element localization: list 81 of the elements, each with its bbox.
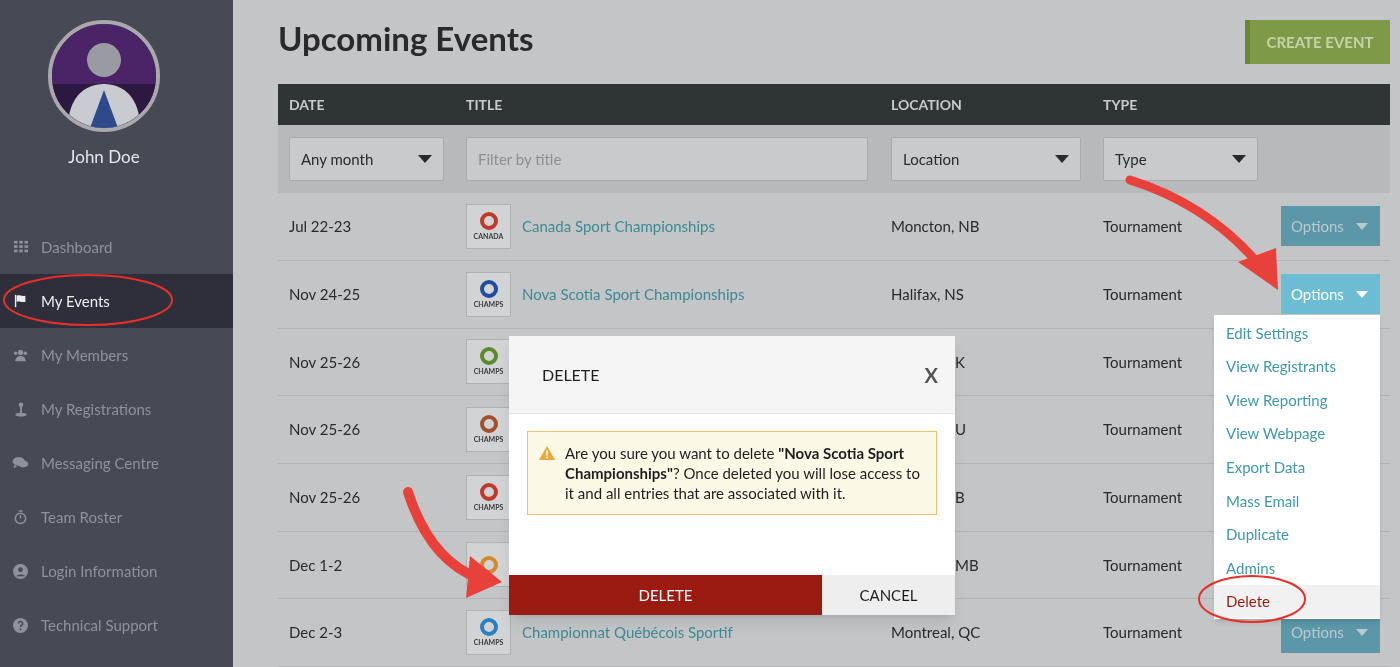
menu-item[interactable]: Edit Settings bbox=[1214, 316, 1380, 350]
type-cell-text: Tournament bbox=[1103, 487, 1183, 509]
title-filter-field[interactable]: Filter by title bbox=[466, 137, 868, 182]
date-cell-text: Jul 22-23 bbox=[289, 216, 352, 238]
date-cell-text: Dec 2-3 bbox=[289, 622, 343, 644]
dropdown-select[interactable]: Type bbox=[1103, 137, 1258, 182]
date-cell-text: Nov 25-26 bbox=[289, 419, 361, 441]
menu-item[interactable]: View Registrants bbox=[1214, 349, 1380, 384]
nav-label: Team Roster bbox=[41, 506, 123, 528]
menu-item[interactable]: Duplicate bbox=[1214, 517, 1380, 552]
nav-label: Dashboard bbox=[41, 236, 113, 258]
dialog-title: DELETE bbox=[542, 363, 600, 386]
menu-item[interactable]: Admins bbox=[1214, 551, 1380, 585]
warning-message: Are you sure you want to delete "Nova Scotia Sport Championships"? Once deleted you will lose access to it and all entries that are associated with it. bbox=[565, 443, 921, 503]
nav-item[interactable]: My Events bbox=[0, 274, 233, 328]
menu-item[interactable]: Mass Email bbox=[1214, 483, 1380, 518]
cancel-button[interactable]: CANCEL bbox=[822, 575, 955, 615]
location-cell-text: Montreal, QC bbox=[891, 622, 981, 644]
caret-icon bbox=[1356, 222, 1368, 230]
nav-label: Technical Support bbox=[41, 614, 158, 636]
date-cell-text: Nov 25-26 bbox=[289, 351, 361, 373]
caret-icon bbox=[418, 155, 432, 164]
menu-item[interactable]: View Reporting bbox=[1214, 383, 1380, 417]
location-cell-text: MB bbox=[955, 554, 979, 576]
nav-item[interactable]: My Members bbox=[0, 328, 233, 382]
nav-item[interactable]: Team Roster bbox=[0, 490, 233, 544]
event-title-link[interactable]: Nova Scotia Sport Championships bbox=[522, 282, 745, 306]
people-icon bbox=[12, 348, 29, 362]
close-button[interactable]: X bbox=[924, 359, 938, 390]
pin-icon bbox=[12, 401, 29, 417]
date-cell-text: Nov 25-26 bbox=[289, 487, 361, 509]
location-cell-text: Halifax, NS bbox=[891, 283, 964, 305]
help-icon bbox=[12, 617, 29, 633]
nav-label: My Events bbox=[41, 290, 110, 312]
column-header: TITLE bbox=[466, 95, 504, 116]
menu-item[interactable]: View Webpage bbox=[1214, 416, 1380, 451]
location-cell-text: B bbox=[955, 487, 965, 509]
event-title-link[interactable]: Canada Sport Championships bbox=[522, 215, 715, 238]
menu-item[interactable]: Export Data bbox=[1214, 450, 1380, 484]
caret-icon bbox=[1055, 155, 1069, 164]
chat-icon bbox=[12, 456, 29, 470]
user-icon bbox=[12, 563, 29, 579]
stopwatch-icon bbox=[12, 509, 29, 525]
dropdown-select[interactable]: Location bbox=[891, 137, 1081, 182]
event-title-link[interactable]: Championnat Québécois Sportif bbox=[522, 621, 733, 644]
column-header: DATE bbox=[289, 95, 326, 116]
caret-icon bbox=[1356, 629, 1368, 637]
nav-label: My Registrations bbox=[41, 398, 152, 420]
type-cell-text: Tournament bbox=[1103, 216, 1183, 238]
warning-icon bbox=[539, 446, 555, 460]
nav-item[interactable]: Dashboard bbox=[0, 220, 233, 274]
type-cell-text: Tournament bbox=[1103, 622, 1183, 644]
user-name: John Doe bbox=[68, 145, 140, 169]
nav-item[interactable]: Technical Support bbox=[0, 598, 233, 652]
location-cell-text: U bbox=[955, 419, 967, 441]
nav-item[interactable]: My Registrations bbox=[0, 382, 233, 436]
location-cell-text: Moncton, NB bbox=[891, 216, 980, 238]
options-button[interactable]: Options bbox=[1281, 206, 1380, 247]
nav-label: Login Information bbox=[41, 560, 158, 582]
column-header: LOCATION bbox=[891, 95, 963, 116]
column-header: TYPE bbox=[1103, 95, 1139, 116]
create-event-button[interactable]: CREATE EVENT bbox=[1245, 20, 1390, 64]
date-cell-text: Dec 1-2 bbox=[289, 554, 343, 576]
type-cell-text: Tournament bbox=[1103, 351, 1183, 373]
nav-item[interactable]: Login Information bbox=[0, 544, 233, 598]
caret-icon bbox=[1356, 290, 1368, 298]
nav-label: Messaging Centre bbox=[41, 452, 159, 474]
page-title: Upcoming Events bbox=[278, 17, 534, 60]
location-cell-text: K bbox=[955, 351, 965, 373]
type-cell-text: Tournament bbox=[1103, 419, 1183, 441]
caret-icon bbox=[1232, 155, 1246, 164]
type-cell-text: Tournament bbox=[1103, 554, 1183, 576]
date-cell-text: Nov 24-25 bbox=[289, 283, 361, 305]
dropdown-select[interactable]: Any month bbox=[289, 137, 444, 182]
grid-icon bbox=[12, 240, 29, 254]
type-cell-text: Tournament bbox=[1103, 283, 1183, 305]
delete-button[interactable]: DELETE bbox=[509, 575, 822, 615]
nav-item[interactable]: Messaging Centre bbox=[0, 436, 233, 490]
options-button[interactable]: Options bbox=[1281, 274, 1380, 315]
nav-label: My Members bbox=[41, 344, 129, 366]
menu-item[interactable]: Delete bbox=[1214, 584, 1380, 619]
